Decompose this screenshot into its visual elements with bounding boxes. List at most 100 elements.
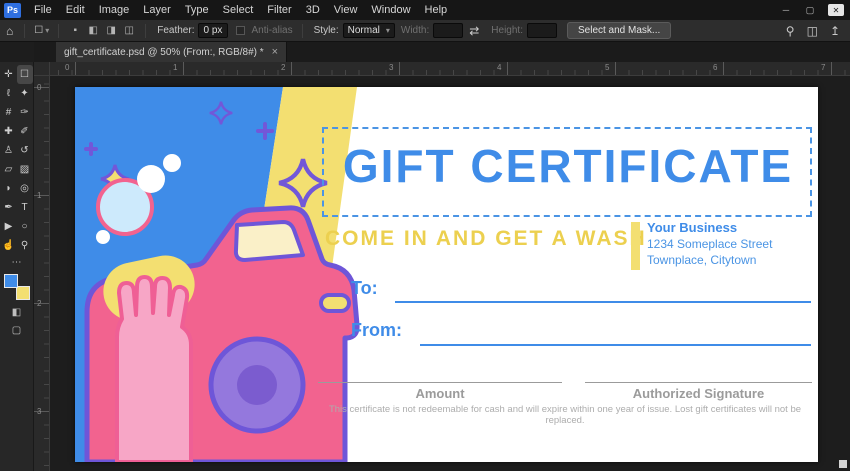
brush-tool-button[interactable]: ✐ <box>17 122 33 141</box>
maximize-icon[interactable]: ▢ <box>798 0 822 20</box>
crop-tool-button[interactable]: # <box>1 103 17 122</box>
eraser-tool-icon: ▱ <box>4 164 13 175</box>
intersect-selection-icon[interactable]: ◫ <box>122 25 136 36</box>
signature-line <box>585 382 812 383</box>
menu-edit[interactable]: Edit <box>59 0 92 20</box>
spot-healing-brush-tool-button[interactable]: ✚ <box>1 122 17 141</box>
close-icon[interactable]: ✕ <box>828 4 844 16</box>
ruler-number: 3 <box>37 407 42 416</box>
car-headlight <box>319 293 351 313</box>
lasso-tool-icon: ℓ <box>6 88 11 99</box>
tab-close-icon[interactable]: × <box>272 46 278 58</box>
clone-stamp-tool-icon: ♙ <box>4 145 13 156</box>
history-brush-tool-button[interactable]: ↺ <box>17 141 33 160</box>
foreground-color-swatch[interactable] <box>3 274 18 288</box>
menu-file[interactable]: File <box>27 0 59 20</box>
photoshop-logo-icon: Ps <box>4 2 21 18</box>
from-label: From: <box>351 320 402 340</box>
eraser-tool-button[interactable]: ▱ <box>1 160 17 179</box>
gradient-tool-icon: ▨ <box>19 164 30 175</box>
eyedropper-tool-button[interactable]: ✑ <box>17 103 33 122</box>
chevron-down-icon: ▾ <box>385 26 390 35</box>
new-selection-icon[interactable]: ▪ <box>68 25 82 36</box>
options-bar: ⌂ ☐ ▾ ▪ ◧ ◨ ◫ Feather: 0 px Anti-alias S… <box>0 20 850 42</box>
share-icon[interactable]: ↥ <box>830 24 840 38</box>
marquee-tool-icon: ☐ <box>20 69 29 80</box>
pen-tool-icon: ✒ <box>4 202 13 213</box>
document-tab-title: gift_certificate.psd @ 50% (From:, RGB/8… <box>64 46 264 58</box>
window-controls: ─ ▢ ✕ <box>774 0 850 20</box>
certificate-title: GIFT CERTIFICATE <box>342 140 794 192</box>
swap-width-height-icon[interactable]: ⇄ <box>463 24 485 38</box>
select-and-mask-button[interactable]: Select and Mask... <box>566 22 672 39</box>
certificate-subtitle: COME IN AND GET A WASH <box>325 227 647 250</box>
blur-tool-icon: ◗ <box>5 183 12 194</box>
address-accent-bar <box>631 222 640 270</box>
menu-layer[interactable]: Layer <box>136 0 178 20</box>
ruler-number: 7 <box>821 63 826 72</box>
disclaimer-text: This certificate is not redeemable for c… <box>328 404 802 426</box>
document-tab[interactable]: gift_certificate.psd @ 50% (From:, RGB/8… <box>56 42 288 62</box>
eyedropper-tool-icon: ✑ <box>20 107 29 118</box>
edit-toolbar-icon[interactable]: ⋯ <box>0 257 33 268</box>
menu-type[interactable]: Type <box>178 0 216 20</box>
width-input[interactable] <box>433 23 464 38</box>
menu-select[interactable]: Select <box>216 0 261 20</box>
search-icon[interactable]: ⚲ <box>786 24 795 38</box>
ruler-number: 6 <box>713 63 718 72</box>
type-tool-button[interactable]: T <box>17 198 33 217</box>
path-selection-tool-button[interactable]: ▶ <box>1 217 17 236</box>
options-bar-right: ⚲ ◫ ↥ <box>786 24 840 38</box>
to-line <box>395 301 811 303</box>
dodge-tool-icon: ◎ <box>20 183 29 194</box>
lasso-tool-button[interactable]: ℓ <box>1 84 17 103</box>
ruler-number: 5 <box>605 63 610 72</box>
car-wheel-hub <box>237 365 277 405</box>
blur-tool-button[interactable]: ◗ <box>1 179 17 198</box>
clone-stamp-tool-button[interactable]: ♙ <box>1 141 17 160</box>
canvas-pasteboard: GIFT CERTIFICATE COME IN AND GET A WASH … <box>50 76 850 471</box>
active-tool-preset[interactable]: ☐ ▾ <box>30 25 53 36</box>
horizontal-ruler[interactable]: 0 1 2 3 4 5 6 7 <box>50 62 850 76</box>
anti-alias-checkbox[interactable] <box>236 26 246 35</box>
marquee-tool-icon: ☐ <box>34 25 44 36</box>
minimize-icon[interactable]: ─ <box>774 0 798 20</box>
from-line <box>420 344 811 346</box>
hand-tool-button[interactable]: ☝ <box>1 236 17 255</box>
history-brush-tool-icon: ↺ <box>20 145 29 156</box>
divider <box>145 23 147 38</box>
style-select[interactable]: Normal ▾ <box>342 23 395 38</box>
document-canvas[interactable]: GIFT CERTIFICATE COME IN AND GET A WASH … <box>75 87 818 462</box>
ellipse-tool-button[interactable]: ○ <box>17 217 33 236</box>
feather-input[interactable]: 0 px <box>198 23 229 38</box>
menu-view[interactable]: View <box>327 0 365 20</box>
zoom-tool-button[interactable]: ⚲ <box>17 236 33 255</box>
menu-image[interactable]: Image <box>92 0 137 20</box>
rectangular-marquee-tool-button[interactable]: ☐ <box>16 65 33 84</box>
move-tool-button[interactable]: ✛ <box>1 65 17 84</box>
pen-tool-button[interactable]: ✒ <box>1 198 17 217</box>
quick-selection-tool-icon: ✦ <box>20 88 29 99</box>
quick-mask-icon[interactable]: ◧ <box>0 307 33 318</box>
vertical-ruler[interactable]: 0 1 2 3 <box>34 76 50 471</box>
workspace-layout-icon[interactable]: ◫ <box>807 24 818 38</box>
background-color-swatch[interactable] <box>15 286 30 300</box>
home-icon[interactable]: ⌂ <box>0 24 19 38</box>
menu-window[interactable]: Window <box>364 0 417 20</box>
screen-mode-icon[interactable]: ▢ <box>0 325 33 336</box>
business-name: Your Business <box>647 220 738 235</box>
gradient-tool-button[interactable]: ▨ <box>17 160 33 179</box>
subtract-from-selection-icon[interactable]: ◨ <box>104 25 118 36</box>
add-to-selection-icon[interactable]: ◧ <box>86 25 100 36</box>
height-input[interactable] <box>526 23 557 38</box>
menu-filter[interactable]: Filter <box>260 0 298 20</box>
menu-3d[interactable]: 3D <box>299 0 327 20</box>
dodge-tool-button[interactable]: ◎ <box>17 179 33 198</box>
menu-help[interactable]: Help <box>418 0 455 20</box>
quick-selection-tool-button[interactable]: ✦ <box>17 84 33 103</box>
to-label: To: <box>351 278 378 298</box>
chevron-down-icon: ▾ <box>45 26 50 35</box>
path-selection-tool-icon: ▶ <box>4 221 13 232</box>
style-label: Style: <box>313 25 339 36</box>
healing-brush-tool-icon: ✚ <box>4 126 13 137</box>
